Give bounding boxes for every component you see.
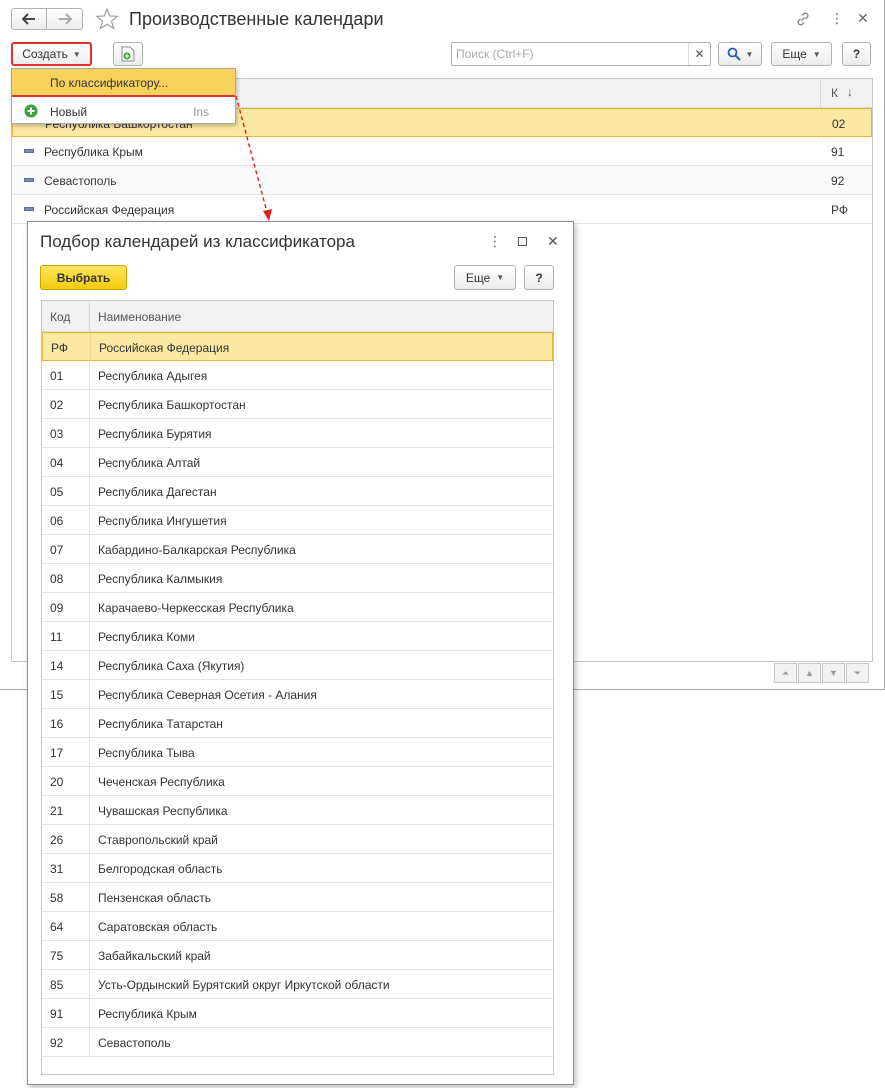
row-name: Российская Федерация: [99, 341, 230, 355]
row-name: Республика Калмыкия: [98, 572, 223, 586]
table-row[interactable]: 58 Пензенская область: [42, 883, 553, 912]
row-name: Республика Северная Осетия - Алания: [98, 688, 317, 702]
table-row[interactable]: 91 Республика Крым: [42, 999, 553, 1028]
table-row[interactable]: 92 Севастополь: [42, 1028, 553, 1057]
table-row[interactable]: 31 Белгородская область: [42, 854, 553, 883]
row-code: 85: [50, 978, 64, 992]
row-name: Республика Коми: [98, 630, 195, 644]
row-name: Республика Башкортостан: [98, 398, 246, 412]
row-name: Белгородская область: [98, 862, 223, 876]
row-code: 21: [50, 804, 64, 818]
row-code: 09: [50, 601, 64, 615]
table-row[interactable]: 16 Республика Татарстан: [42, 709, 553, 738]
row-code: 20: [50, 775, 64, 789]
row-code: 08: [50, 572, 64, 586]
row-name: Республика Бурятия: [98, 427, 212, 441]
table-header: Код Наименование: [42, 301, 553, 332]
table-row[interactable]: 85 Усть-Ордынский Бурятский округ Иркутск…: [42, 970, 553, 999]
name-column-header[interactable]: Наименование: [98, 310, 181, 324]
code-column-header[interactable]: Код: [50, 310, 70, 324]
row-name: Забайкальский край: [98, 949, 211, 963]
row-name: Республика Алтай: [98, 456, 201, 470]
help-button[interactable]: ?: [524, 265, 554, 290]
row-name: Кабардино-Балкарская Республика: [98, 543, 296, 557]
row-code: 58: [50, 891, 64, 905]
table-row[interactable]: 06 Республика Ингушетия: [42, 506, 553, 535]
table-row[interactable]: 04 Республика Алтай: [42, 448, 553, 477]
row-code: 07: [50, 543, 64, 557]
row-code: РФ: [51, 341, 68, 355]
table-row[interactable]: 07 Кабардино-Балкарская Республика: [42, 535, 553, 564]
row-name: Республика Ингушетия: [98, 514, 227, 528]
table-row[interactable]: 02 Республика Башкортостан: [42, 390, 553, 419]
dialog-title: Подбор календарей из классификатора: [40, 232, 355, 251]
table-row[interactable]: 14 Республика Саха (Якутия): [42, 651, 553, 680]
table-row[interactable]: 26 Ставропольский край: [42, 825, 553, 854]
row-code: 04: [50, 456, 64, 470]
table-row[interactable]: 05 Республика Дагестан: [42, 477, 553, 506]
table-row[interactable]: 11 Республика Коми: [42, 622, 553, 651]
table-row[interactable]: 01 Республика Адыгея: [42, 361, 553, 390]
scroll-first-button[interactable]: ⏶: [774, 663, 797, 683]
table-row[interactable]: 09 Карачаево-Черкесская Республика: [42, 593, 553, 622]
row-name: Республика Саха (Якутия): [98, 659, 245, 673]
select-button[interactable]: Выбрать: [40, 265, 127, 290]
more-vertical-icon[interactable]: ⋮: [488, 234, 502, 248]
row-code: 05: [50, 485, 64, 499]
table-row[interactable]: 17 Республика Тыва: [42, 738, 553, 767]
row-name: Карачаево-Черкесская Республика: [98, 601, 294, 615]
chevron-down-icon: ▼: [496, 273, 505, 282]
row-name: Республика Тыва: [98, 746, 195, 760]
more-button[interactable]: Еще ▼: [454, 265, 516, 290]
table-row[interactable]: 75 Забайкальский край: [42, 941, 553, 970]
row-code: 02: [50, 398, 64, 412]
table-row[interactable]: 20 Чеченская Республика: [42, 767, 553, 796]
row-code: 91: [50, 1007, 64, 1021]
row-code: 64: [50, 920, 64, 934]
row-code: 17: [50, 746, 64, 760]
table-row[interactable]: 08 Республика Калмыкия: [42, 564, 553, 593]
row-code: 26: [50, 833, 64, 847]
table-row[interactable]: 15 Республика Северная Осетия - Алания: [42, 680, 553, 709]
row-name: Республика Дагестан: [98, 485, 217, 499]
row-code: 06: [50, 514, 64, 528]
row-code: 92: [50, 1036, 64, 1050]
classifier-table[interactable]: Код Наименование РФ Российская Федерация 0…: [41, 300, 554, 1075]
close-icon[interactable]: ✕: [547, 234, 559, 248]
row-code: 75: [50, 949, 64, 963]
table-row[interactable]: РФ Российская Федерация: [42, 332, 553, 361]
row-name: Пензенская область: [98, 891, 212, 905]
scroll-up-button[interactable]: ▲: [798, 663, 821, 683]
row-code: 03: [50, 427, 64, 441]
table-row[interactable]: 21 Чувашская Республика: [42, 796, 553, 825]
row-code: 31: [50, 862, 64, 876]
row-name: Саратовская область: [98, 920, 218, 934]
scroll-down-button[interactable]: ▼: [822, 663, 845, 683]
row-name: Ставропольский край: [98, 833, 218, 847]
more-button-label: Еще: [465, 270, 491, 285]
scroll-last-button[interactable]: ⏷: [846, 663, 869, 683]
row-name: Усть-Ордынский Бурятский округ Иркутской…: [98, 978, 390, 992]
table-row[interactable]: 64 Саратовская область: [42, 912, 553, 941]
row-name: Севастополь: [98, 1036, 171, 1050]
row-name: Чувашская Республика: [98, 804, 228, 818]
row-name: Республика Татарстан: [98, 717, 223, 731]
row-name: Республика Адыгея: [98, 369, 208, 383]
row-code: 14: [50, 659, 64, 673]
annotation-arrow-icon: [235, 95, 272, 221]
classifier-picker-dialog: Подбор календарей из классификатора ⋮ ✕ …: [27, 221, 574, 1085]
row-code: 01: [50, 369, 64, 383]
row-code: 11: [50, 630, 63, 644]
help-button-label: ?: [535, 270, 543, 285]
row-code: 15: [50, 688, 64, 702]
row-code: 16: [50, 717, 64, 731]
select-button-label: Выбрать: [56, 270, 111, 285]
row-name: Чеченская Республика: [98, 775, 225, 789]
table-row[interactable]: 03 Республика Бурятия: [42, 419, 553, 448]
row-name: Республика Крым: [98, 1007, 197, 1021]
maximize-icon[interactable]: [518, 237, 527, 246]
